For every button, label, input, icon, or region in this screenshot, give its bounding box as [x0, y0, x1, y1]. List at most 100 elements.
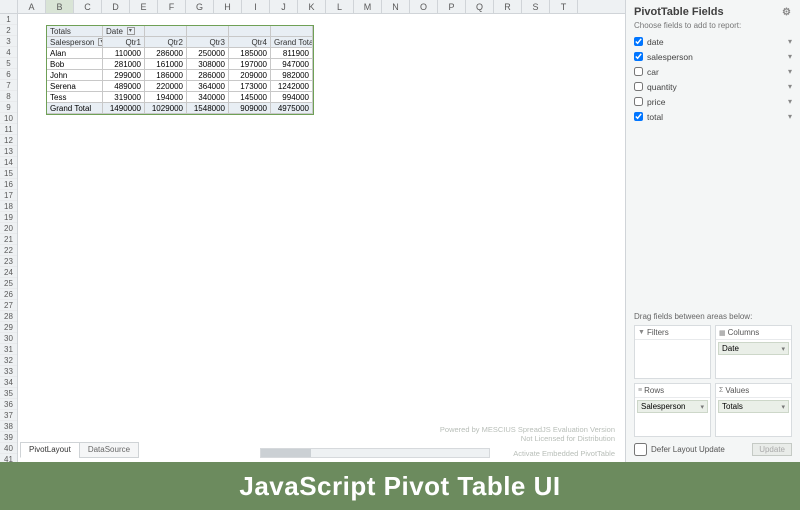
row-header[interactable]: 26 [0, 289, 17, 300]
row-header[interactable]: 5 [0, 58, 17, 69]
chevron-down-icon[interactable]: ▾ [788, 37, 792, 46]
col-header-E[interactable]: E [130, 0, 158, 13]
sheet-tab-datasource[interactable]: DataSource [79, 442, 139, 458]
row-header[interactable]: 39 [0, 432, 17, 443]
row-header[interactable]: 11 [0, 124, 17, 135]
row-header[interactable]: 10 [0, 113, 17, 124]
defer-checkbox[interactable] [634, 443, 647, 456]
row-header[interactable]: 3 [0, 36, 17, 47]
field-checkbox[interactable] [634, 37, 643, 46]
col-header-T[interactable]: T [550, 0, 578, 13]
area-columns[interactable]: ▦Columns Date▾ [715, 325, 792, 379]
row-header[interactable]: 34 [0, 377, 17, 388]
col-header-G[interactable]: G [186, 0, 214, 13]
row-header[interactable]: 13 [0, 146, 17, 157]
area-values[interactable]: ΣValues Totals▾ [715, 383, 792, 437]
chevron-down-icon[interactable]: ▾ [700, 403, 704, 411]
horizontal-scrollbar[interactable] [260, 448, 490, 458]
row-header[interactable]: 21 [0, 234, 17, 245]
field-item-salesperson[interactable]: salesperson▾ [634, 49, 792, 64]
chevron-down-icon[interactable]: ▾ [788, 67, 792, 76]
field-checkbox[interactable] [634, 67, 643, 76]
row-header[interactable]: 16 [0, 179, 17, 190]
col-header-D[interactable]: D [102, 0, 130, 13]
row-header[interactable]: 24 [0, 267, 17, 278]
row-header[interactable]: 38 [0, 421, 17, 432]
row-header[interactable]: 36 [0, 399, 17, 410]
row-header[interactable]: 32 [0, 355, 17, 366]
col-header-M[interactable]: M [354, 0, 382, 13]
select-all-corner[interactable] [0, 0, 18, 13]
row-header[interactable]: 8 [0, 91, 17, 102]
chevron-down-icon[interactable]: ▾ [781, 403, 785, 411]
col-header-S[interactable]: S [522, 0, 550, 13]
field-item-total[interactable]: total▾ [634, 109, 792, 124]
row-header[interactable]: 30 [0, 333, 17, 344]
col-header-A[interactable]: A [18, 0, 46, 13]
chevron-down-icon[interactable] [127, 27, 135, 35]
row-header[interactable]: 7 [0, 80, 17, 91]
col-header-B[interactable]: B [46, 0, 74, 13]
row-header[interactable]: 40 [0, 443, 17, 454]
row-header[interactable]: 14 [0, 157, 17, 168]
row-header[interactable]: 4 [0, 47, 17, 58]
field-item-car[interactable]: car▾ [634, 64, 792, 79]
field-checkbox[interactable] [634, 52, 643, 61]
row-header[interactable]: 15 [0, 168, 17, 179]
field-checkbox[interactable] [634, 112, 643, 121]
col-header-N[interactable]: N [382, 0, 410, 13]
row-header[interactable]: 17 [0, 190, 17, 201]
row-header[interactable]: 2 [0, 25, 17, 36]
row-header[interactable]: 18 [0, 201, 17, 212]
row-header[interactable]: 31 [0, 344, 17, 355]
col-header-I[interactable]: I [242, 0, 270, 13]
row-header[interactable]: 22 [0, 245, 17, 256]
pivot-col-field[interactable]: Date [103, 26, 145, 37]
area-filters[interactable]: ▼Filters [634, 325, 711, 379]
col-header-O[interactable]: O [410, 0, 438, 13]
col-header-H[interactable]: H [214, 0, 242, 13]
update-button[interactable]: Update [752, 443, 792, 456]
area-chip[interactable]: Date▾ [718, 342, 789, 355]
chevron-down-icon[interactable]: ▾ [788, 112, 792, 121]
chevron-down-icon[interactable]: ▾ [788, 97, 792, 106]
col-header-K[interactable]: K [298, 0, 326, 13]
pivot-data-row[interactable]: John299000186000286000209000982000 [47, 70, 313, 81]
field-item-quantity[interactable]: quantity▾ [634, 79, 792, 94]
row-header[interactable]: 35 [0, 388, 17, 399]
row-header[interactable]: 19 [0, 212, 17, 223]
pivot-data-row[interactable]: Serena4890002200003640001730001242000 [47, 81, 313, 92]
col-header-F[interactable]: F [158, 0, 186, 13]
col-header-C[interactable]: C [74, 0, 102, 13]
pivot-data-row[interactable]: Bob281000161000308000197000947000 [47, 59, 313, 70]
row-header[interactable]: 1 [0, 14, 17, 25]
chevron-down-icon[interactable]: ▾ [788, 52, 792, 61]
col-header-J[interactable]: J [270, 0, 298, 13]
row-header[interactable]: 9 [0, 102, 17, 113]
row-header[interactable]: 6 [0, 69, 17, 80]
col-header-R[interactable]: R [494, 0, 522, 13]
col-header-Q[interactable]: Q [466, 0, 494, 13]
col-header-P[interactable]: P [438, 0, 466, 13]
row-header[interactable]: 29 [0, 322, 17, 333]
gear-icon[interactable]: ⚙ [782, 7, 792, 17]
row-header[interactable]: 23 [0, 256, 17, 267]
row-header[interactable]: 41 [0, 454, 17, 462]
col-header-L[interactable]: L [326, 0, 354, 13]
cells-container[interactable]: Totals Date Salesperson Qtr1 Qtr2 Qtr3 Q… [18, 14, 625, 462]
row-header[interactable]: 33 [0, 366, 17, 377]
chevron-down-icon[interactable]: ▾ [781, 345, 785, 353]
field-item-date[interactable]: date▾ [634, 34, 792, 49]
row-header[interactable]: 12 [0, 135, 17, 146]
pivot-data-row[interactable]: Tess319000194000340000145000994000 [47, 92, 313, 103]
sheet-tab-pivotlayout[interactable]: PivotLayout [20, 442, 80, 458]
pivot-table[interactable]: Totals Date Salesperson Qtr1 Qtr2 Qtr3 Q… [46, 25, 314, 115]
chevron-down-icon[interactable]: ▾ [788, 82, 792, 91]
field-checkbox[interactable] [634, 97, 643, 106]
row-header[interactable]: 28 [0, 311, 17, 322]
row-header[interactable]: 20 [0, 223, 17, 234]
spreadsheet-grid[interactable]: ABCDEFGHIJKLMNOPQRST 1234567891011121314… [0, 0, 625, 462]
area-chip[interactable]: Totals▾ [718, 400, 789, 413]
row-header[interactable]: 37 [0, 410, 17, 421]
area-rows[interactable]: ≡Rows Salesperson▾ [634, 383, 711, 437]
